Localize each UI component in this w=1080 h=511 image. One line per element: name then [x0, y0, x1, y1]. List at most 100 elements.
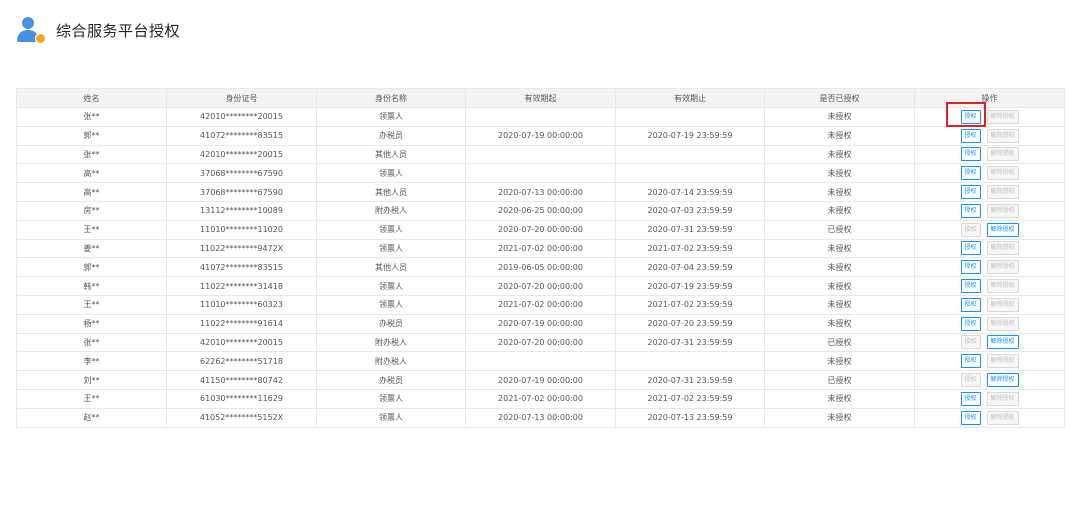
revoke-authorization-button: 解除授权 [986, 410, 1019, 425]
cell-name: 张** [16, 332, 167, 353]
cell-name: 赵** [16, 407, 167, 428]
cell-name: 杨** [16, 313, 167, 334]
authorize-button[interactable]: 授权 [960, 241, 981, 256]
cell-name: 韩** [16, 276, 167, 296]
cell-id-number: 41150********80742 [166, 370, 317, 390]
table-row: 张** 42010********20015 其他人员 未授权 授权 解除授权 [16, 144, 1065, 165]
cell-status: 未授权 [764, 238, 915, 259]
cell-role: 其他人员 [316, 257, 466, 278]
cell-name: 张** [16, 107, 167, 127]
cell-start-date: 2021-07-02 00:00:00 [465, 388, 616, 409]
authorize-button[interactable]: 授权 [960, 128, 981, 143]
cell-start-date: 2020-07-20 00:00:00 [465, 332, 616, 353]
cell-role: 领票人 [316, 163, 466, 184]
action-group: 授权 解除授权 [916, 109, 1064, 124]
cell-id-number: 13112********10089 [166, 200, 317, 221]
cell-start-date [465, 163, 616, 184]
authorize-button[interactable]: 授权 [960, 391, 981, 406]
cell-role: 附办税人 [316, 332, 466, 353]
cell-start-date: 2019-06-05 00:00:00 [465, 257, 616, 278]
revoke-authorization-button: 解除授权 [986, 316, 1019, 331]
authorize-button[interactable]: 授权 [960, 147, 981, 162]
cell-actions: 授权 解除授权 [914, 125, 1065, 146]
action-group: 授权 解除授权 [916, 354, 1064, 369]
cell-name: 高** [16, 163, 167, 184]
cell-role: 领票人 [316, 238, 466, 259]
cell-actions: 授权 解除授权 [914, 388, 1065, 409]
authorize-button[interactable]: 授权 [960, 109, 981, 124]
cell-status: 未授权 [764, 388, 915, 409]
authorize-button[interactable]: 授权 [960, 260, 981, 275]
table-row: 高** 37068********67590 其他人员 2020-07-13 00:0… [16, 182, 1065, 202]
cell-end-date: 2020-07-19 23:59:59 [615, 276, 765, 296]
cell-role: 附办税人 [316, 351, 466, 372]
cell-role: 附办税人 [316, 200, 466, 221]
action-group: 授权 解除授权 [916, 373, 1064, 388]
revoke-authorization-button: 解除授权 [986, 166, 1019, 181]
cell-status: 已授权 [764, 370, 915, 390]
authorize-button[interactable]: 授权 [960, 203, 981, 218]
authorize-button[interactable]: 授权 [960, 297, 981, 312]
authorize-button[interactable]: 授权 [960, 354, 981, 369]
cell-name: 姜** [16, 238, 167, 259]
cell-name: 张** [16, 144, 167, 165]
action-group: 授权 解除授权 [916, 279, 1064, 294]
revoke-authorization-button: 解除授权 [986, 185, 1019, 200]
table-row: 房** 13112********10089 附办税人 2020-06-25 00:0… [16, 200, 1065, 221]
cell-role: 领票人 [316, 407, 466, 428]
cell-end-date: 2020-07-14 23:59:59 [615, 182, 765, 202]
authorize-button: 授权 [960, 373, 981, 388]
authorize-button[interactable]: 授权 [960, 166, 981, 181]
action-group: 授权 解除授权 [916, 185, 1064, 200]
revoke-authorization-button[interactable]: 解除授权 [986, 335, 1019, 350]
table-row: 高** 37068********67590 领票人 未授权 授权 解除授权 [16, 163, 1065, 184]
table-row: 杨** 11022********91614 办税员 2020-07-19 00:00… [16, 313, 1065, 334]
cell-name: 郭** [16, 257, 167, 278]
cell-actions: 授权 解除授权 [914, 370, 1065, 390]
cell-start-date: 2020-07-19 00:00:00 [465, 313, 616, 334]
cell-actions: 授权 解除授权 [914, 219, 1065, 240]
cell-status: 未授权 [764, 351, 915, 372]
cell-start-date: 2020-07-19 00:00:00 [465, 370, 616, 390]
revoke-authorization-button: 解除授权 [986, 279, 1019, 294]
cell-end-date: 2020-07-20 23:59:59 [615, 313, 765, 334]
cell-id-number: 41072********83515 [166, 125, 317, 146]
page-header: 综合服务平台授权 [16, 14, 180, 46]
cell-id-number: 41052********5152X [166, 407, 317, 428]
cell-actions: 授权 解除授权 [914, 257, 1065, 278]
column-header-start-date: 有效期起 [465, 88, 616, 108]
column-header-name: 姓名 [16, 88, 167, 108]
cell-status: 未授权 [764, 294, 915, 315]
cell-actions: 授权 解除授权 [914, 182, 1065, 202]
authorize-button[interactable]: 授权 [960, 279, 981, 294]
revoke-authorization-button[interactable]: 解除授权 [986, 373, 1019, 388]
revoke-authorization-button: 解除授权 [986, 354, 1019, 369]
cell-actions: 授权 解除授权 [914, 107, 1065, 127]
cell-status: 未授权 [764, 257, 915, 278]
cell-actions: 授权 解除授权 [914, 407, 1065, 428]
cell-end-date: 2020-07-31 23:59:59 [615, 219, 765, 240]
action-group: 授权 解除授权 [916, 166, 1064, 181]
revoke-authorization-button[interactable]: 解除授权 [986, 222, 1019, 237]
authorize-button[interactable]: 授权 [960, 185, 981, 200]
cell-id-number: 11010********11020 [166, 219, 317, 240]
cell-actions: 授权 解除授权 [914, 276, 1065, 296]
cell-role: 领票人 [316, 388, 466, 409]
table-row: 张** 42010********20015 领票人 未授权 授权 解除授权 [16, 107, 1065, 127]
cell-end-date: 2020-07-31 23:59:59 [615, 332, 765, 353]
authorize-button[interactable]: 授权 [960, 410, 981, 425]
table-row: 韩** 11022********31418 领票人 2020-07-20 00:00… [16, 276, 1065, 296]
cell-id-number: 11022********91614 [166, 313, 317, 334]
cell-id-number: 11022********9472X [166, 238, 317, 259]
table-row: 王** 11010********60323 领票人 2021-07-02 00:00… [16, 294, 1065, 315]
cell-end-date: 2020-07-19 23:59:59 [615, 125, 765, 146]
cell-start-date: 2020-06-25 00:00:00 [465, 200, 616, 221]
cell-end-date [615, 144, 765, 165]
cell-role: 其他人员 [316, 182, 466, 202]
cell-role: 领票人 [316, 107, 466, 127]
authorize-button[interactable]: 授权 [960, 316, 981, 331]
cell-name: 王** [16, 219, 167, 240]
action-group: 授权 解除授权 [916, 391, 1064, 406]
cell-end-date: 2021-07-02 23:59:59 [615, 294, 765, 315]
cell-status: 已授权 [764, 219, 915, 240]
